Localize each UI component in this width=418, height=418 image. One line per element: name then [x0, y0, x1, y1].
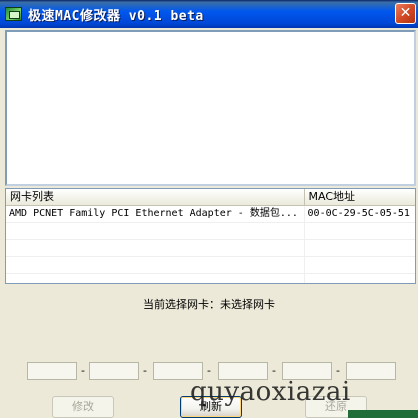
- app-icon: [5, 7, 22, 21]
- table-row-empty: [6, 257, 415, 274]
- log-output-area[interactable]: [5, 30, 416, 186]
- mac-separator: -: [81, 364, 85, 377]
- mac-separator: -: [143, 364, 147, 377]
- mac-octet-2-input[interactable]: [89, 362, 139, 380]
- table-row[interactable]: AMD PCNET Family PCI Ethernet Adapter - …: [6, 206, 415, 223]
- table-row-empty: [6, 274, 415, 283]
- mac-octet-1-input[interactable]: [27, 362, 77, 380]
- table-row-empty: [6, 240, 415, 257]
- adapter-name-cell: AMD PCNET Family PCI Ethernet Adapter - …: [6, 206, 305, 222]
- selected-adapter-status: 当前选择网卡：未选择网卡: [143, 298, 275, 311]
- title-bar[interactable]: 极速MAC修改器 v0.1 beta ✕: [0, 0, 418, 28]
- window-title: 极速MAC修改器 v0.1 beta: [28, 8, 204, 24]
- adapter-mac-cell: 00-0C-29-5C-05-51: [307, 208, 410, 219]
- column-header-adapter[interactable]: 网卡列表: [6, 189, 305, 206]
- close-button[interactable]: ✕: [395, 3, 416, 24]
- table-row-empty: [6, 223, 415, 240]
- column-header-mac[interactable]: MAC地址: [305, 189, 415, 206]
- mac-octet-6-input[interactable]: [346, 362, 396, 380]
- modify-button[interactable]: 修改: [52, 396, 114, 418]
- watermark-logo: [348, 410, 418, 418]
- watermark-text: quyaoxiazai: [190, 377, 351, 407]
- adapter-list[interactable]: 网卡列表 MAC地址 AMD PCNET Family PCI Ethernet…: [5, 188, 416, 284]
- adapter-list-header: 网卡列表 MAC地址: [6, 189, 415, 206]
